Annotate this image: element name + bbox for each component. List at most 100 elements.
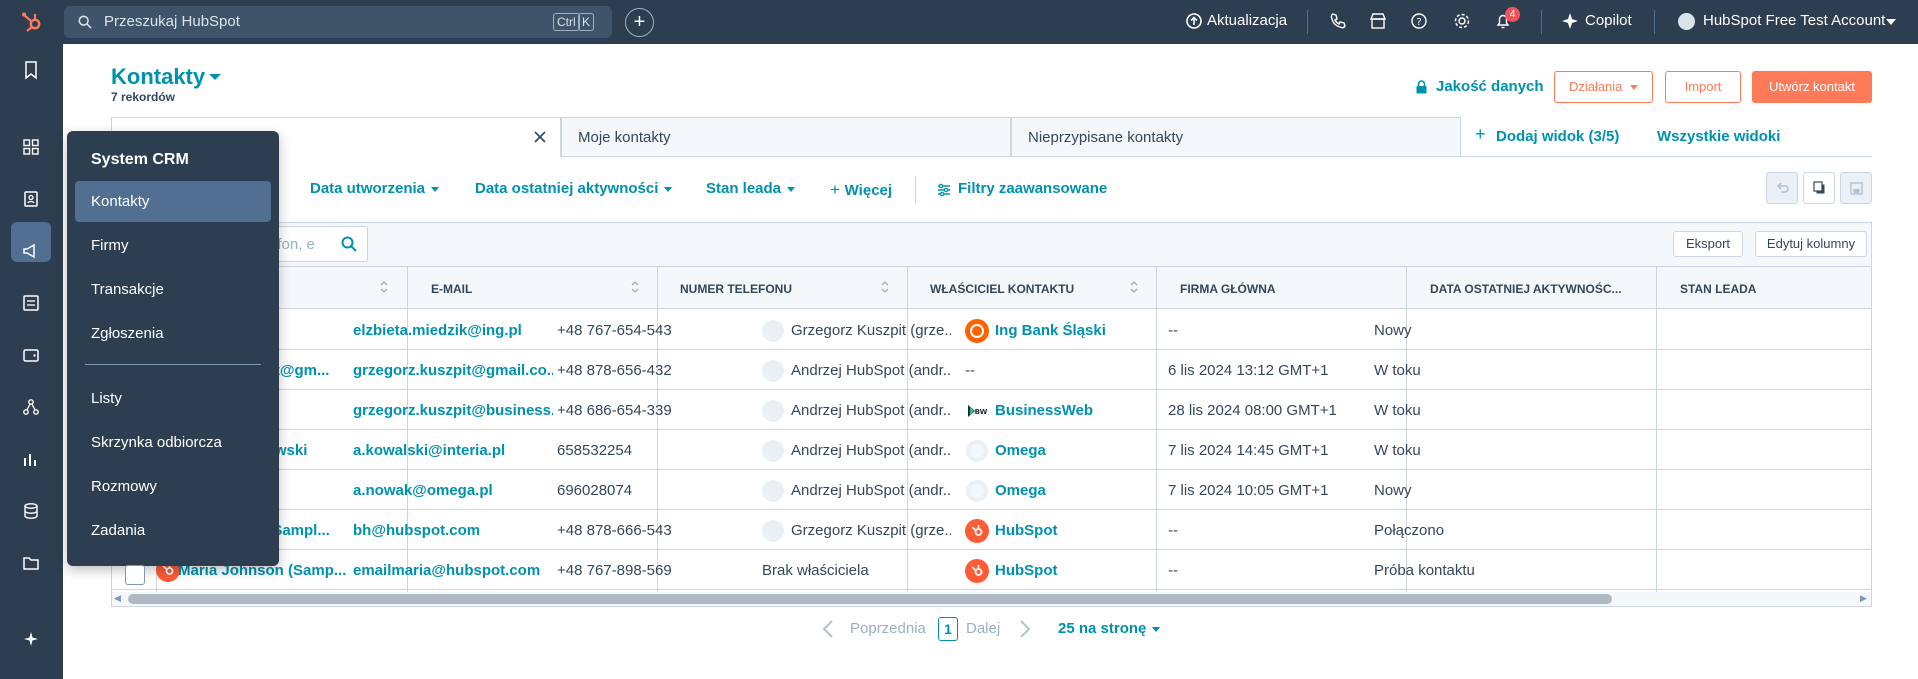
email-link[interactable]: grzegorz.kuszpit@business...	[353, 402, 553, 419]
email-link[interactable]: a.nowak@omega.pl	[353, 482, 553, 499]
updates-button[interactable]: Aktualizacja	[1207, 12, 1287, 29]
save-disk-icon	[1850, 182, 1863, 195]
scroll-left-arrow-icon[interactable]: ◀	[114, 593, 121, 604]
export-button[interactable]: Eksport	[1673, 231, 1743, 257]
search-icon	[78, 15, 92, 29]
edit-columns-button[interactable]: Edytuj kolumny	[1755, 231, 1867, 257]
account-menu-button[interactable]: HubSpot Free Test Account	[1703, 12, 1885, 29]
reporting-chart-icon[interactable]	[21, 449, 41, 469]
sort-icon[interactable]	[631, 280, 639, 294]
column-header-email[interactable]: E-MAIL	[431, 282, 472, 296]
sort-icon[interactable]	[881, 280, 889, 294]
row-checkbox[interactable]	[125, 565, 145, 585]
flyout-item-contacts[interactable]: Kontakty	[91, 193, 149, 210]
company-link[interactable]: BusinessWeb	[995, 402, 1195, 419]
owner-name[interactable]: Grzegorz Kuszpit (grze...	[791, 522, 951, 539]
save-view-button[interactable]	[1840, 172, 1872, 204]
owner-name[interactable]: Grzegorz Kuszpit (grze...	[791, 322, 951, 339]
copilot-button[interactable]: Copilot	[1585, 12, 1632, 29]
divider	[1307, 10, 1308, 34]
lead-status: W toku	[1374, 402, 1421, 419]
marketing-megaphone-icon[interactable]	[21, 241, 41, 261]
company-link[interactable]: Omega	[995, 482, 1195, 499]
scroll-right-arrow-icon[interactable]: ▶	[1860, 593, 1867, 604]
email-link[interactable]: elzbieta.miedzik@ing.pl	[353, 322, 553, 339]
company-link[interactable]: HubSpot	[995, 522, 1195, 539]
actions-dropdown-button[interactable]: Działania	[1554, 71, 1653, 103]
per-page-dropdown[interactable]: 25 na stronę	[1058, 620, 1161, 637]
phone-icon[interactable]	[1329, 12, 1347, 30]
title-caret-icon[interactable]	[209, 74, 221, 80]
owner-avatar	[762, 440, 784, 462]
company-link[interactable]: HubSpot	[995, 562, 1195, 579]
page-title[interactable]: Kontakty	[111, 64, 205, 90]
column-header-company[interactable]: FIRMA GŁÓWNA	[1180, 282, 1276, 296]
email-link[interactable]: grzegorz.kuszpit@gmail.co...	[353, 362, 553, 379]
flyout-title: System CRM	[91, 151, 189, 168]
data-management-icon[interactable]	[21, 501, 41, 521]
undo-button[interactable]	[1766, 172, 1798, 204]
more-filters-button[interactable]: + Więcej	[830, 180, 892, 200]
automation-icon[interactable]	[21, 397, 41, 417]
import-button[interactable]: Import	[1665, 71, 1741, 103]
copy-view-button[interactable]	[1803, 172, 1835, 204]
column-header-owner[interactable]: WŁAŚCICIEL KONTAKTU	[930, 282, 1074, 296]
phone-number: +48 878-666-543	[557, 522, 672, 539]
search-icon[interactable]	[341, 236, 357, 252]
flyout-item-tasks[interactable]: Zadania	[91, 522, 145, 539]
workspaces-grid-icon[interactable]	[21, 137, 41, 157]
flyout-item-inbox[interactable]: Skrzynka odbiorcza	[91, 434, 222, 451]
sort-icon[interactable]	[1130, 280, 1138, 294]
kbd-ctrl: Ctrl	[553, 13, 580, 31]
table-row: Adamowskia.kowalski@interia.pl658532254A…	[112, 430, 1871, 470]
flyout-item-companies[interactable]: Firmy	[91, 237, 129, 254]
current-page-number[interactable]: 1	[938, 617, 958, 641]
create-contact-button[interactable]: Utwórz kontakt	[1752, 71, 1872, 103]
sort-icon[interactable]	[380, 280, 388, 294]
email-link[interactable]: bh@hubspot.com	[353, 522, 553, 539]
previous-page-button[interactable]: Poprzednia	[850, 620, 926, 637]
help-icon[interactable]: ?	[1410, 12, 1428, 30]
create-new-button[interactable]: +	[625, 8, 654, 37]
tab-my-contacts[interactable]: Moje kontakty	[561, 117, 1011, 157]
filter-created-date[interactable]: Data utworzenia	[310, 180, 440, 197]
column-header-last-activity[interactable]: DATA OSTATNIEJ AKTYWNOŚC...	[1430, 282, 1630, 296]
record-count: 7 rekordów	[111, 90, 176, 104]
owner-name[interactable]: Andrzej HubSpot (andr...	[791, 482, 951, 499]
add-view-button[interactable]: Dodaj widok (3/5)	[1496, 128, 1619, 145]
content-icon[interactable]	[21, 293, 41, 313]
filter-lead-status[interactable]: Stan leada	[706, 180, 796, 197]
email-link[interactable]: emailmaria@hubspot.com	[353, 562, 553, 579]
hubspot-icon	[965, 559, 989, 583]
owner-name[interactable]: Andrzej HubSpot (andr...	[791, 442, 951, 459]
email-link[interactable]: a.kowalski@interia.pl	[353, 442, 553, 459]
data-quality-link[interactable]: Jakość danych	[1436, 78, 1544, 95]
owner-name[interactable]: Brak właściciela	[762, 562, 952, 579]
marketplace-icon[interactable]	[1369, 12, 1387, 30]
scrollbar-thumb[interactable]	[128, 594, 1612, 604]
bookmark-icon[interactable]	[21, 60, 41, 80]
advanced-filters-button[interactable]: Filtry zaawansowane	[958, 180, 1107, 197]
next-page-button[interactable]: Dalej	[966, 620, 1000, 637]
hubspot-logo-icon[interactable]	[20, 10, 44, 34]
flyout-item-lists[interactable]: Listy	[91, 390, 122, 407]
company-link[interactable]: Ing Bank Śląski	[995, 322, 1195, 339]
flyout-item-tickets[interactable]: Zgłoszenia	[91, 325, 164, 342]
flyout-item-calls[interactable]: Rozmowy	[91, 478, 157, 495]
settings-gear-icon[interactable]	[1453, 12, 1471, 30]
breeze-sparkle-icon[interactable]	[21, 629, 41, 649]
owner-name[interactable]: Andrzej HubSpot (andr...	[791, 402, 951, 419]
filter-last-activity[interactable]: Data ostatniej aktywności	[475, 180, 673, 197]
commerce-wallet-icon[interactable]	[21, 345, 41, 365]
tab-unassigned-contacts[interactable]: Nieprzypisane kontakty	[1011, 117, 1461, 157]
flyout-item-deals[interactable]: Transakcje	[91, 281, 164, 298]
close-icon[interactable]	[532, 129, 548, 145]
owner-name[interactable]: Andrzej HubSpot (andr...	[791, 362, 951, 379]
all-views-link[interactable]: Wszystkie widoki	[1657, 128, 1780, 145]
company-link[interactable]: Omega	[995, 442, 1195, 459]
library-folder-icon[interactable]	[21, 553, 41, 573]
global-search-input[interactable]: Przeszukaj HubSpot Ctrl K	[64, 6, 612, 38]
column-header-lead-status[interactable]: STAN LEADA	[1680, 282, 1756, 296]
crm-contacts-icon[interactable]	[21, 189, 41, 209]
column-header-phone[interactable]: NUMER TELEFONU	[680, 282, 792, 296]
